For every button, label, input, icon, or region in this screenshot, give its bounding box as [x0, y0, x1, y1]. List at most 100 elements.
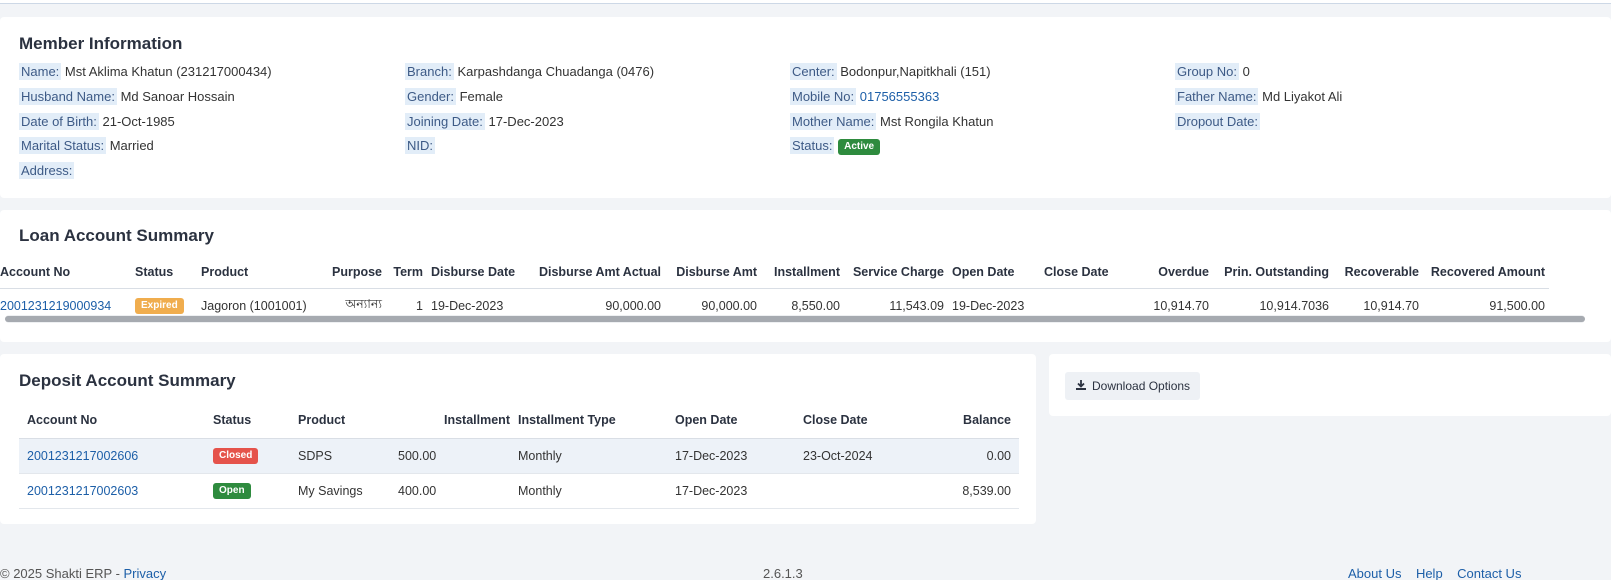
deposit-balance: 8,539.00	[962, 483, 1011, 498]
deposit-open-date: 17-Dec-2023	[675, 448, 748, 463]
deposit-col-close-date[interactable]: Close Date	[799, 402, 919, 438]
deposit-installment-type: Monthly	[518, 483, 562, 498]
deposit-installment: 500.00	[398, 448, 437, 463]
about-us-link[interactable]: About Us	[1348, 566, 1401, 580]
loan-col-purpose[interactable]: Purpose	[322, 256, 386, 288]
name-value: Mst Aklima Khatun (231217000434)	[64, 64, 272, 79]
deposit-account-link[interactable]: 2001231217002606	[27, 449, 138, 463]
loan-col-account[interactable]: Account No	[0, 256, 131, 288]
loan-col-service-charge[interactable]: Service Charge	[844, 256, 948, 288]
loan-col-product[interactable]: Product	[197, 256, 322, 288]
loan-col-installment[interactable]: Installment	[761, 256, 844, 288]
husband-value: Md Sanoar Hossain	[120, 89, 235, 104]
status-field: Status: Active	[790, 137, 881, 155]
marital-field: Marital Status: Married	[19, 137, 154, 155]
marital-label: Marital Status:	[19, 137, 107, 154]
group-field: Group No: 0	[1175, 63, 1250, 81]
download-options-button[interactable]: Download Options	[1065, 372, 1201, 400]
deposit-col-balance[interactable]: Balance	[919, 402, 1019, 438]
loan-summary-title: Loan Account Summary	[19, 226, 214, 245]
loan-account-link[interactable]: 2001231219000934	[0, 299, 111, 313]
loan-col-open-date[interactable]: Open Date	[948, 256, 1040, 288]
loan-col-disburse-amt[interactable]: Disburse Amt	[665, 256, 761, 288]
copyright-text: © 2025 Shakti ERP -	[0, 566, 124, 580]
deposit-status-badge: Closed	[213, 447, 259, 464]
center-value: Bodonpur,Napitkhali (151)	[840, 64, 991, 79]
joining-label: Joining Date:	[405, 113, 485, 130]
gender-label: Gender:	[405, 88, 456, 105]
nid-field: NID:	[405, 137, 435, 155]
loan-col-recovered[interactable]: Recovered Amount	[1423, 256, 1549, 288]
branch-field: Branch: Karpashdanga Chuadanga (0476)	[405, 63, 654, 81]
footer-right: About Us Help Contact Us	[1348, 566, 1521, 580]
loan-col-disburse-date[interactable]: Disburse Date	[427, 256, 527, 288]
deposit-col-status[interactable]: Status	[209, 402, 294, 438]
loan-col-overdue[interactable]: Overdue	[1122, 256, 1213, 288]
deposit-close-date	[799, 473, 919, 508]
loan-scrollbar-thumb[interactable]	[5, 316, 1585, 322]
loan-col-prin-outstanding[interactable]: Prin. Outstanding	[1213, 256, 1333, 288]
address-label: Address:	[19, 162, 75, 179]
branch-value: Karpashdanga Chuadanga (0476)	[457, 64, 655, 79]
deposit-summary-card: Deposit Account Summary Account No Statu…	[0, 354, 1036, 524]
loan-col-recoverable[interactable]: Recoverable	[1333, 256, 1423, 288]
deposit-col-account[interactable]: Account No	[19, 402, 209, 438]
loan-col-close-date[interactable]: Close Date	[1040, 256, 1122, 288]
footer-left: © 2025 Shakti ERP - Privacy	[0, 566, 166, 580]
father-field: Father Name: Md Liyakot Ali	[1175, 88, 1342, 106]
contact-us-link[interactable]: Contact Us	[1457, 566, 1521, 580]
dob-label: Date of Birth:	[19, 113, 99, 130]
marital-value: Married	[109, 138, 154, 153]
loan-col-status[interactable]: Status	[131, 256, 197, 288]
help-link[interactable]: Help	[1416, 566, 1443, 580]
husband-label: Husband Name:	[19, 88, 117, 105]
deposit-row: 2001231217002603 Open My Savings 400.00 …	[19, 473, 1019, 508]
mother-label: Mother Name:	[790, 113, 877, 130]
deposit-summary-title: Deposit Account Summary	[19, 371, 236, 390]
joining-field: Joining Date: 17-Dec-2023	[405, 113, 564, 131]
deposit-col-open-date[interactable]: Open Date	[671, 402, 799, 438]
deposit-open-date: 17-Dec-2023	[675, 483, 748, 498]
loan-table: Account No Status Product Purpose Term D…	[0, 256, 1549, 323]
status-badge: Active	[838, 138, 881, 155]
deposit-balance: 0.00	[986, 448, 1011, 463]
gender-field: Gender: Female	[405, 88, 503, 106]
father-label: Father Name:	[1175, 88, 1259, 105]
mobile-label: Mobile No:	[790, 88, 857, 105]
nid-label: NID:	[405, 137, 435, 154]
deposit-close-date: 23-Oct-2024	[803, 448, 873, 463]
father-value: Md Liyakot Ali	[1262, 89, 1343, 104]
group-label: Group No:	[1175, 63, 1239, 80]
download-panel: Download Options	[1049, 354, 1611, 416]
dob-value: 21-Oct-1985	[102, 114, 175, 129]
deposit-product: My Savings	[298, 483, 363, 498]
group-value: 0	[1242, 64, 1250, 79]
deposit-col-installment-type[interactable]: Installment Type	[514, 402, 671, 438]
privacy-link[interactable]: Privacy	[124, 566, 167, 580]
loan-col-term[interactable]: Term	[386, 256, 427, 288]
download-options-label: Download Options	[1092, 379, 1191, 393]
footer-version: 2.6.1.3	[763, 566, 803, 580]
joining-value: 17-Dec-2023	[488, 114, 564, 129]
loan-col-disburse-actual[interactable]: Disburse Amt Actual	[527, 256, 665, 288]
address-field: Address:	[19, 162, 75, 180]
dropout-label: Dropout Date:	[1175, 113, 1260, 130]
loan-summary-card: Loan Account Summary Account No Status P…	[0, 210, 1611, 342]
deposit-col-installment[interactable]: Installment	[394, 402, 514, 438]
name-field: Name: Mst Aklima Khatun (231217000434)	[19, 63, 272, 81]
gender-value: Female	[459, 89, 503, 104]
center-label: Center:	[790, 63, 837, 80]
husband-field: Husband Name: Md Sanoar Hossain	[19, 88, 235, 106]
deposit-row: 2001231217002606 Closed SDPS 500.00 Mont…	[19, 438, 1019, 473]
mobile-link[interactable]: 01756555363	[860, 89, 940, 104]
member-info-title: Member Information	[19, 34, 183, 53]
status-label: Status:	[790, 137, 835, 154]
dob-field: Date of Birth: 21-Oct-1985	[19, 113, 175, 131]
deposit-table: Account No Status Product Installment In…	[19, 402, 1019, 509]
deposit-account-link[interactable]: 2001231217002603	[27, 484, 138, 498]
member-info-card: Member Information Name: Mst Aklima Khat…	[0, 17, 1611, 198]
dropout-field: Dropout Date:	[1175, 113, 1260, 131]
download-icon	[1076, 380, 1086, 390]
deposit-col-product[interactable]: Product	[294, 402, 394, 438]
deposit-installment: 400.00	[398, 483, 437, 498]
